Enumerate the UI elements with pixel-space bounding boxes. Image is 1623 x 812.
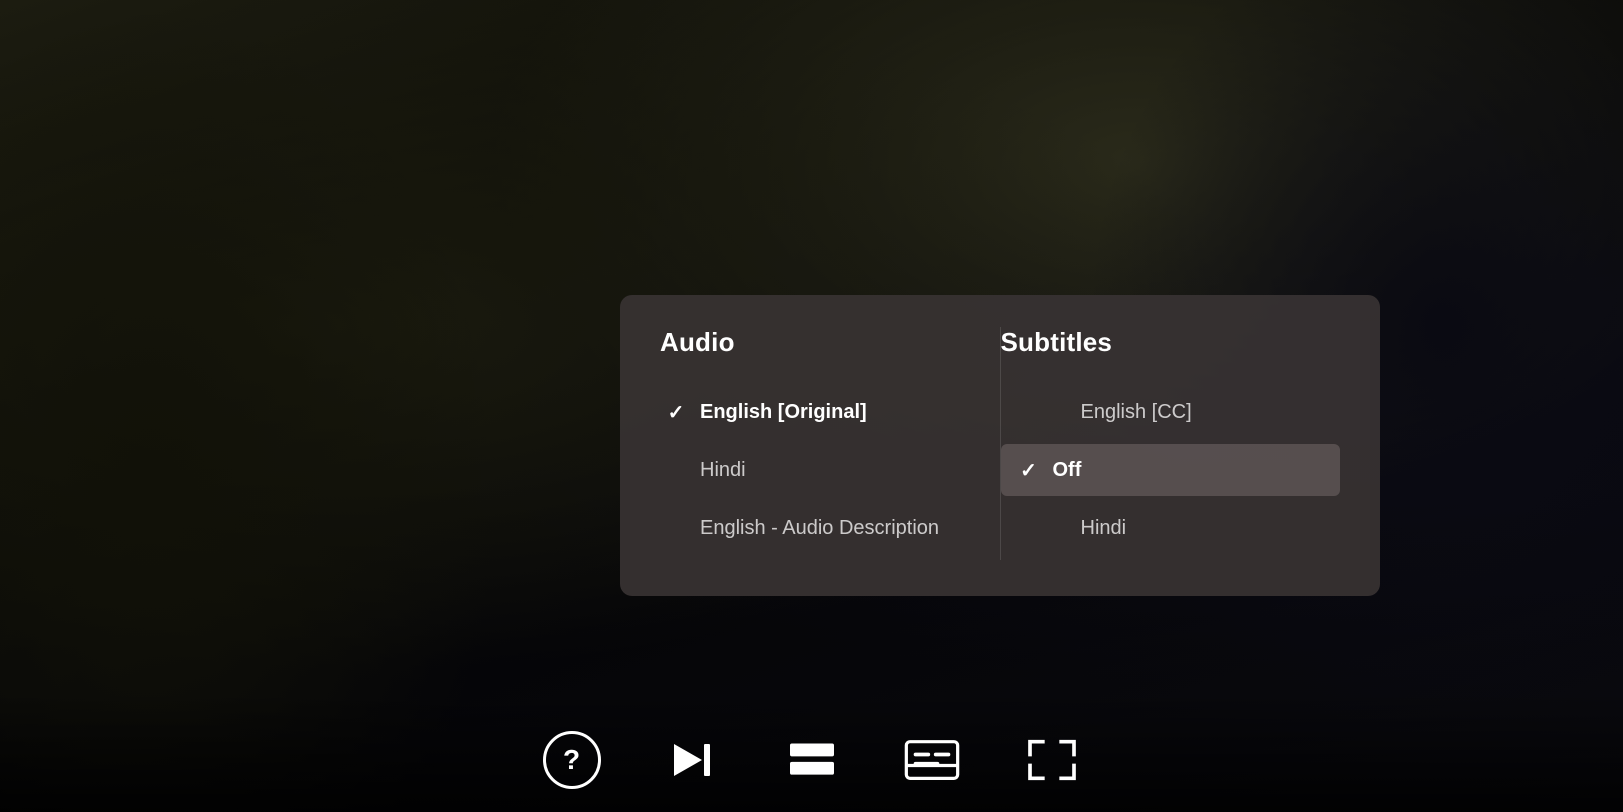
subtitles-column: Subtitles ✓ English [CC] ✓ Off ✓ Hindi <box>1001 327 1341 560</box>
subtitles-icon <box>904 738 960 782</box>
audio-header: Audio <box>660 327 1000 358</box>
audio-label-english-ad: English - Audio Description <box>700 517 988 540</box>
episodes-button[interactable] <box>782 730 842 790</box>
skip-next-icon <box>668 736 716 784</box>
audio-label-english-original: English [Original] <box>700 401 988 424</box>
help-button[interactable]: ? <box>542 730 602 790</box>
audio-option-hindi[interactable]: ✓ Hindi <box>660 444 1000 496</box>
subtitle-option-hindi[interactable]: ✓ Hindi <box>1001 502 1341 554</box>
subtitle-option-english-cc[interactable]: ✓ English [CC] <box>1001 386 1341 438</box>
audio-subtitles-panel: Audio ✓ English [Original] ✓ Hindi ✓ Eng… <box>620 295 1380 596</box>
subtitle-label-hindi: Hindi <box>1081 517 1329 540</box>
check-icon-off: ✓ <box>1013 458 1045 483</box>
subtitle-label-english-cc: English [CC] <box>1081 401 1329 424</box>
check-icon-english-original: ✓ <box>660 400 692 425</box>
help-icon: ? <box>543 731 601 789</box>
episodes-icon <box>786 738 838 782</box>
audio-column: Audio ✓ English [Original] ✓ Hindi ✓ Eng… <box>660 327 1000 560</box>
skip-next-button[interactable] <box>662 730 722 790</box>
subtitles-button[interactable] <box>902 730 962 790</box>
fullscreen-icon <box>1026 738 1078 782</box>
bg-left-silhouette <box>0 0 500 812</box>
fullscreen-button[interactable] <box>1022 730 1082 790</box>
subtitle-option-off[interactable]: ✓ Off <box>1001 444 1341 496</box>
audio-label-hindi: Hindi <box>700 459 988 482</box>
controls-bar: ? <box>0 730 1623 790</box>
subtitle-label-off: Off <box>1053 459 1329 482</box>
audio-option-english-original[interactable]: ✓ English [Original] <box>660 386 1000 438</box>
audio-option-english-ad[interactable]: ✓ English - Audio Description <box>660 502 1000 554</box>
subtitles-header: Subtitles <box>1001 327 1341 358</box>
